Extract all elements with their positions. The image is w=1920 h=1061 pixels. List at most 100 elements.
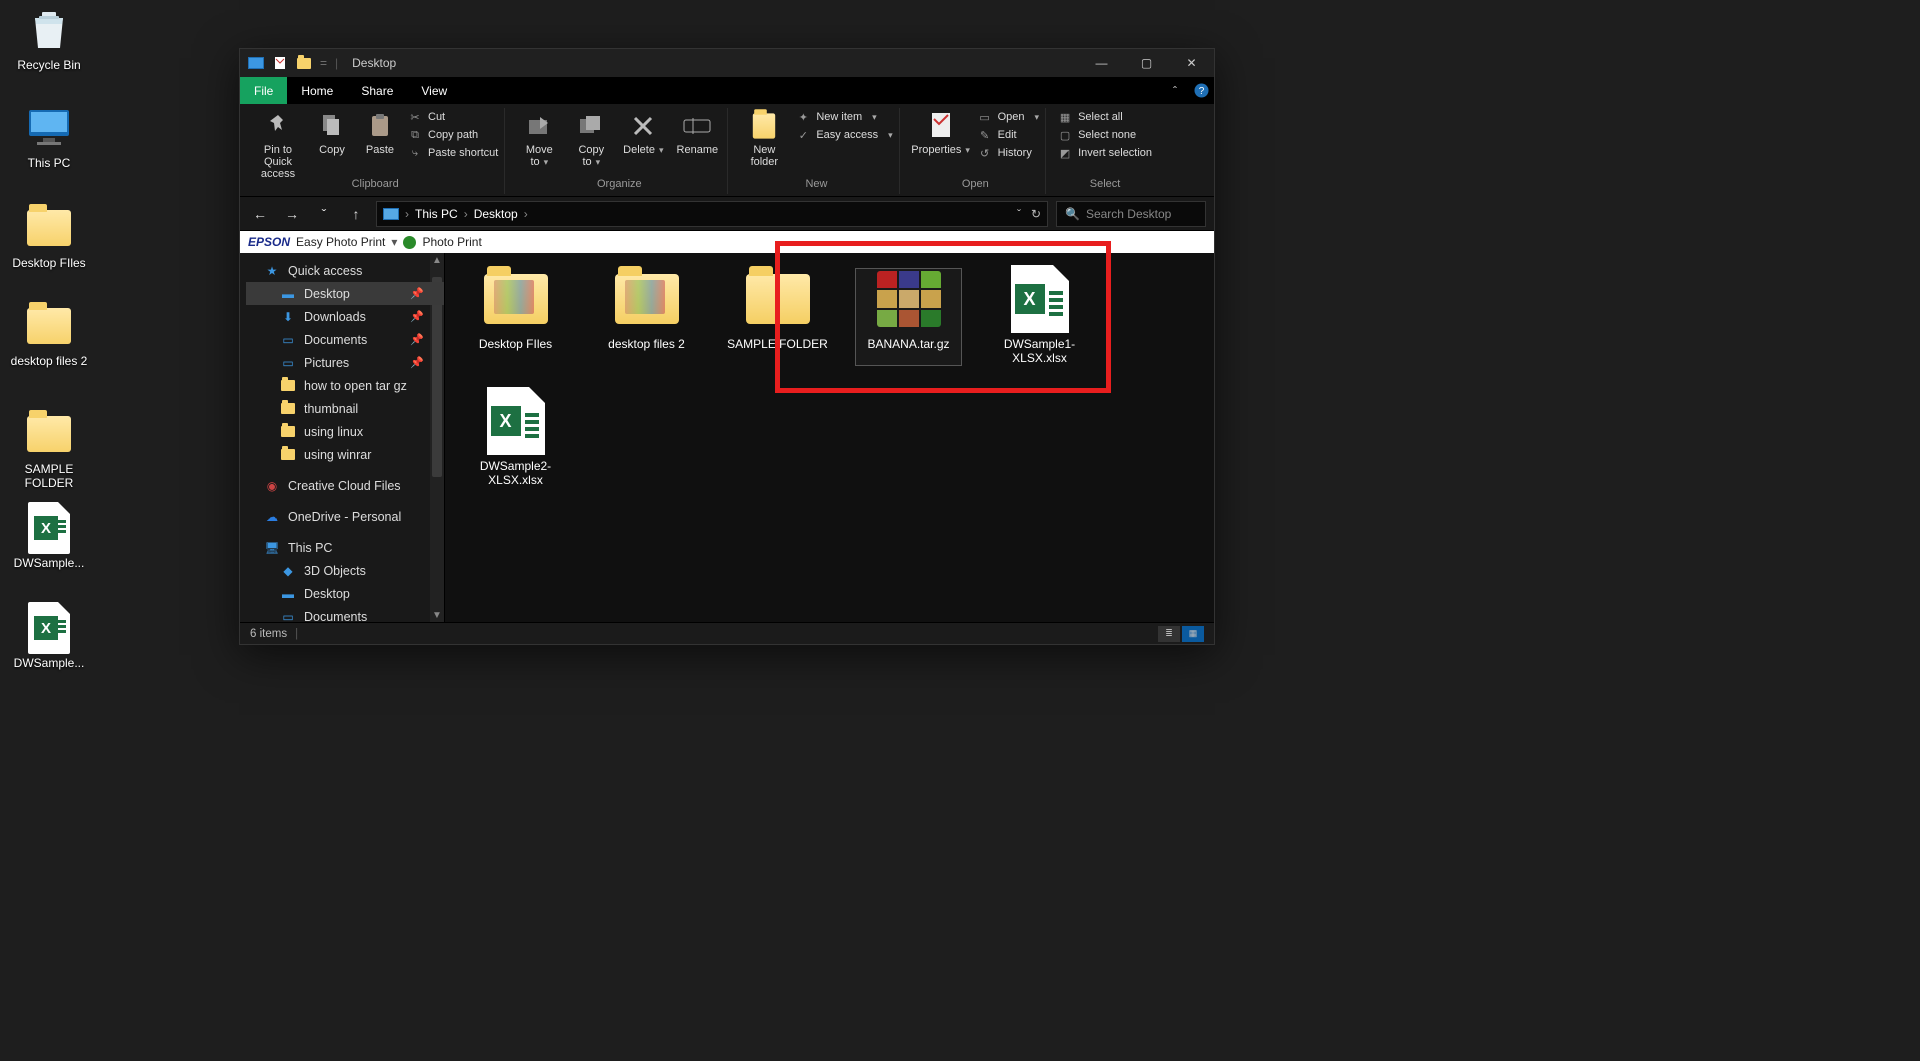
sidebar-item-pictures[interactable]: ▭Pictures📌 <box>246 351 444 374</box>
details-view-button[interactable]: ≣ <box>1158 626 1180 642</box>
desktop-icon-sample-folder[interactable]: SAMPLE FOLDER <box>4 410 94 490</box>
minimize-button[interactable]: — <box>1079 49 1124 77</box>
file-label: SAMPLE FOLDER <box>727 337 828 351</box>
epson-easy-photo-print[interactable]: Easy Photo Print <box>296 235 385 249</box>
epson-dropdown[interactable]: ▾ <box>391 235 397 249</box>
open-icon: ▭ <box>978 110 992 124</box>
edit-button[interactable]: ✎Edit <box>978 128 1039 142</box>
desktop-icon-label: DWSample... <box>4 556 94 570</box>
move-to-button[interactable]: Move to <box>517 110 561 168</box>
properties-button[interactable]: Properties <box>912 110 970 156</box>
invert-selection-button[interactable]: ◩Invert selection <box>1058 146 1152 160</box>
address-bar[interactable]: › This PC › Desktop › ˇ ↻ <box>376 201 1048 227</box>
help-button[interactable]: ? <box>1188 77 1214 104</box>
copy-to-icon <box>575 110 607 142</box>
epson-photo-print[interactable]: Photo Print <box>422 235 481 249</box>
titlebar[interactable]: = | Desktop — ▢ ✕ <box>240 49 1214 77</box>
file-item-dwsample1[interactable]: X DWSample1-XLSX.xlsx <box>987 269 1092 365</box>
file-item-banana-tar-gz[interactable]: BANANA.tar.gz <box>856 269 961 365</box>
desktop-icon-dwsample2[interactable]: X DWSample... <box>4 604 94 670</box>
sidebar-item-desktop-2[interactable]: ▬Desktop <box>246 582 444 605</box>
rename-icon <box>681 110 713 142</box>
desktop-icon-label: SAMPLE FOLDER <box>4 462 94 490</box>
this-pc-icon: 🖥 <box>264 540 280 556</box>
sidebar-item-creative-cloud[interactable]: ◉Creative Cloud Files <box>246 474 444 497</box>
up-button[interactable]: ↑ <box>344 202 368 226</box>
sidebar-item-onedrive[interactable]: ☁OneDrive - Personal <box>246 505 444 528</box>
chevron-right-icon[interactable]: › <box>405 207 409 221</box>
breadcrumb-desktop[interactable]: Desktop <box>474 207 518 221</box>
location-monitor-icon <box>383 206 399 222</box>
desktop-folder-icon: ▬ <box>280 286 296 302</box>
folder-icon <box>484 274 548 324</box>
sidebar-item-documents-2[interactable]: ▭Documents <box>246 605 444 622</box>
desktop-icon-desktop-files-2[interactable]: desktop files 2 <box>4 302 94 368</box>
sidebar-item-documents[interactable]: ▭Documents📌 <box>246 328 444 351</box>
desktop-icon-dwsample1[interactable]: X DWSample... <box>4 504 94 570</box>
desktop-icon-recycle-bin[interactable]: Recycle Bin <box>4 6 94 72</box>
refresh-button[interactable]: ↻ <box>1031 207 1041 221</box>
sidebar-item-desktop[interactable]: ▬Desktop📌 <box>246 282 444 305</box>
open-button[interactable]: ▭Open <box>978 110 1039 124</box>
tab-file[interactable]: File <box>240 77 287 104</box>
ribbon-collapse-button[interactable]: ˆ <box>1162 77 1188 104</box>
sidebar-item-this-pc[interactable]: 🖥This PC <box>246 536 444 559</box>
desktop-icon-label: Recycle Bin <box>4 58 94 72</box>
file-item-dwsample2[interactable]: X DWSample2-XLSX.xlsx <box>463 391 568 487</box>
ribbon-group-new: New folder ✦New item ✓Easy access New <box>734 108 899 194</box>
copy-to-button[interactable]: Copy to <box>569 110 613 168</box>
new-folder-button[interactable]: New folder <box>740 110 788 168</box>
desktop-icon-this-pc[interactable]: This PC <box>4 104 94 170</box>
sidebar-item-thumbnail[interactable]: thumbnail <box>246 397 444 420</box>
file-item-desktop-files[interactable]: Desktop FIles <box>463 269 568 365</box>
back-button[interactable]: ← <box>248 202 272 226</box>
select-none-button[interactable]: ▢Select none <box>1058 128 1152 142</box>
copy-path-icon: ⧉ <box>408 128 422 142</box>
sidebar-item-using-winrar[interactable]: using winrar <box>246 443 444 466</box>
sidebar-item-how-to[interactable]: how to open tar gz <box>246 374 444 397</box>
sidebar-item-using-linux[interactable]: using linux <box>246 420 444 443</box>
folder-icon <box>280 378 296 394</box>
copy-button[interactable]: Copy <box>312 110 352 156</box>
desktop-icon-desktop-files[interactable]: Desktop FIles <box>4 204 94 270</box>
group-label: Clipboard <box>352 176 399 194</box>
search-input[interactable]: 🔍 Search Desktop <box>1056 201 1206 227</box>
tab-view[interactable]: View <box>407 77 461 104</box>
desktop-folder-icon: ▬ <box>280 586 296 602</box>
pin-to-quick-access-button[interactable]: Pin to Quick access <box>252 110 304 180</box>
sidebar-item-quick-access[interactable]: ★Quick access <box>246 259 444 282</box>
file-items: Desktop FIles desktop files 2 SAMPLE FOL… <box>445 253 1214 503</box>
chevron-right-icon[interactable]: › <box>524 207 528 221</box>
copy-path-button[interactable]: ⧉Copy path <box>408 128 498 142</box>
new-item-button[interactable]: ✦New item <box>796 110 892 124</box>
sidebar-item-3d-objects[interactable]: ◆3D Objects <box>246 559 444 582</box>
chevron-right-icon[interactable]: › <box>464 207 468 221</box>
icons-view-button[interactable]: ▦ <box>1182 626 1204 642</box>
paste-shortcut-button[interactable]: ⤷Paste shortcut <box>408 146 498 160</box>
select-all-button[interactable]: ▦Select all <box>1058 110 1152 124</box>
breadcrumb-this-pc[interactable]: This PC <box>415 207 458 221</box>
qat-properties-icon[interactable] <box>272 55 288 71</box>
delete-button[interactable]: Delete <box>621 110 665 156</box>
sidebar-item-downloads[interactable]: ⬇Downloads📌 <box>246 305 444 328</box>
navigation-pane[interactable]: ▲ ▼ ★Quick access ▬Desktop📌 ⬇Downloads📌 … <box>240 253 445 622</box>
easy-access-button[interactable]: ✓Easy access <box>796 128 892 142</box>
forward-button[interactable]: → <box>280 202 304 226</box>
ribbon-group-select: ▦Select all ▢Select none ◩Invert selecti… <box>1052 108 1158 194</box>
content-pane[interactable]: Desktop FIles desktop files 2 SAMPLE FOL… <box>445 253 1214 622</box>
file-item-desktop-files-2[interactable]: desktop files 2 <box>594 269 699 365</box>
tab-home[interactable]: Home <box>287 77 347 104</box>
maximize-button[interactable]: ▢ <box>1124 49 1169 77</box>
rename-button[interactable]: Rename <box>673 110 721 156</box>
address-dropdown-button[interactable]: ˇ <box>1017 207 1021 221</box>
qat-folder-icon[interactable] <box>296 55 312 71</box>
close-button[interactable]: ✕ <box>1169 49 1214 77</box>
paste-shortcut-icon: ⤷ <box>408 146 422 160</box>
paste-button[interactable]: Paste <box>360 110 400 156</box>
cut-button[interactable]: ✂Cut <box>408 110 498 124</box>
tab-share[interactable]: Share <box>347 77 407 104</box>
recent-locations-button[interactable]: ˇ <box>312 202 336 226</box>
file-item-sample-folder[interactable]: SAMPLE FOLDER <box>725 269 830 365</box>
history-button[interactable]: ↺History <box>978 146 1039 160</box>
recycle-bin-icon <box>27 6 71 54</box>
